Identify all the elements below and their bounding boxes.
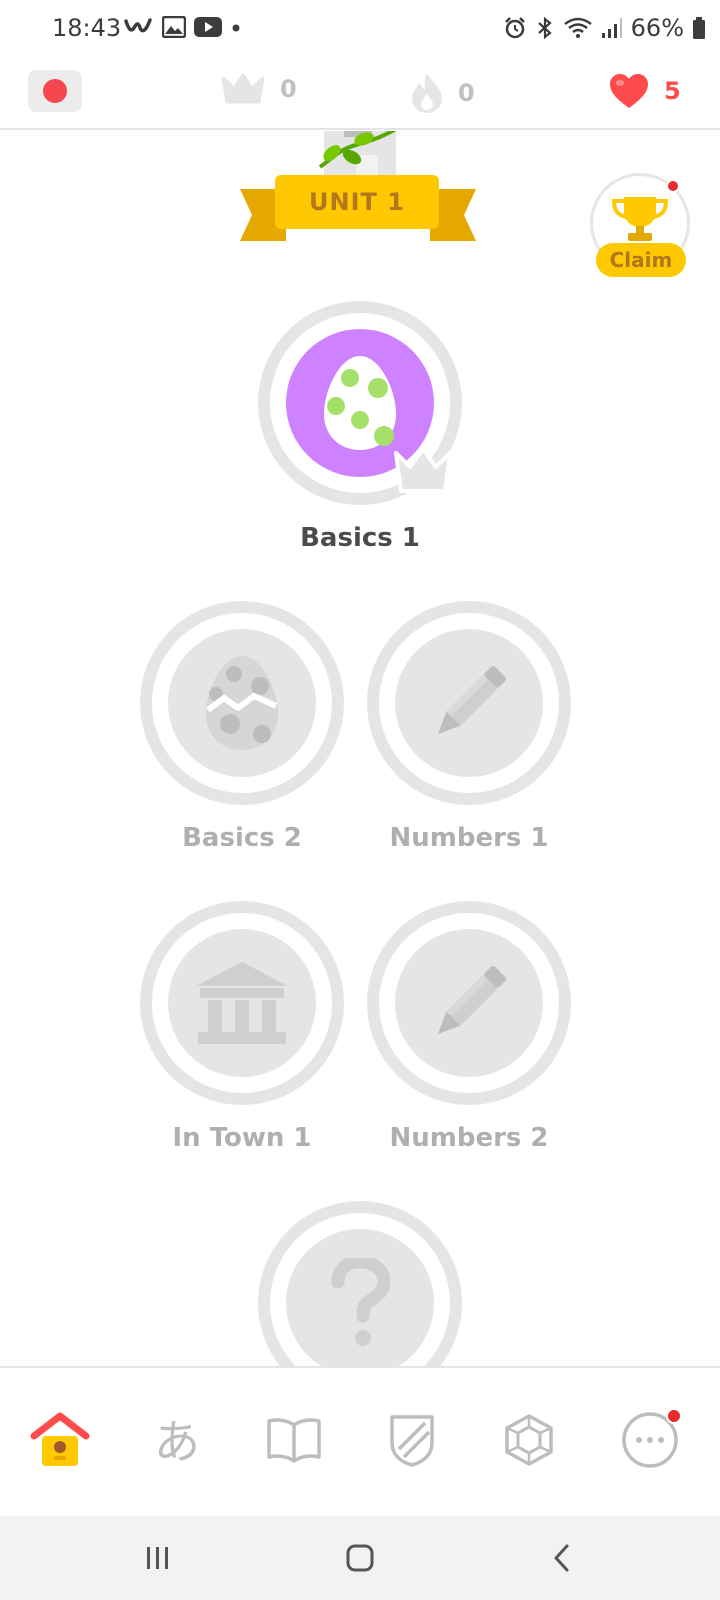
course-flag-button[interactable] <box>28 70 82 112</box>
skill-progress-ring <box>140 601 344 805</box>
skill-label: Basics 1 <box>300 523 420 553</box>
skill-numbers-2[interactable]: Numbers 2 <box>364 901 574 1153</box>
crown-level-icon <box>394 447 452 493</box>
top-bar: 0 0 5 <box>0 58 720 130</box>
crowns-counter[interactable]: 0 <box>220 72 297 106</box>
question-icon <box>331 1258 390 1346</box>
skill-basics-2[interactable]: Basics 2 <box>137 601 347 853</box>
signal-icon <box>601 18 622 38</box>
notification-dot <box>666 1408 682 1424</box>
cracked-egg-icon <box>206 656 278 750</box>
skill-label: In Town 1 <box>172 1123 312 1153</box>
hearts-counter[interactable]: 5 <box>608 72 681 110</box>
wifi-icon <box>563 17 592 38</box>
skill-basics-1[interactable]: Basics 1 <box>255 301 465 553</box>
back-chevron-icon <box>554 1544 569 1572</box>
skill-progress-ring <box>140 901 344 1105</box>
nav-stories[interactable] <box>262 1408 326 1472</box>
claim-label: Claim <box>596 243 686 277</box>
wish-icon <box>124 18 152 33</box>
skill-in-town-1[interactable]: In Town 1 <box>137 901 347 1153</box>
hearts-count: 5 <box>664 77 681 105</box>
skill-icon-circle <box>395 629 543 777</box>
recent-apps-icon <box>147 1547 168 1569</box>
skill-icon-circle <box>168 929 316 1077</box>
system-navigation-bar <box>0 1516 720 1600</box>
crowns-count: 0 <box>280 75 297 103</box>
trophy-icon <box>611 197 669 241</box>
claim-reward-button[interactable]: Claim <box>590 173 690 283</box>
streak-counter[interactable]: 0 <box>410 72 475 114</box>
alarm-icon <box>504 17 525 39</box>
skill-icon-circle <box>168 629 316 777</box>
home-square-icon <box>346 1544 374 1572</box>
status-time: 18:43 <box>52 14 122 42</box>
crown-icon <box>221 73 265 104</box>
status-bar: 18:43 66% <box>0 0 720 58</box>
home-icon <box>30 1412 90 1466</box>
skill-icon-circle <box>395 929 543 1077</box>
skill-tree[interactable]: UNIT 1 Claim Basics 1 Basics 2 Numbers 1… <box>0 131 720 1366</box>
streak-count: 0 <box>458 79 475 107</box>
svg-text:あ: あ <box>154 1415 200 1468</box>
japan-flag-icon <box>43 79 67 103</box>
skill-numbers-1[interactable]: Numbers 1 <box>364 601 574 853</box>
dot-icon <box>232 24 240 32</box>
image-icon <box>162 16 186 38</box>
nav-leagues[interactable] <box>380 1408 444 1472</box>
skill-checkpoint[interactable] <box>255 1201 465 1366</box>
notification-dot <box>666 179 680 193</box>
pencil-icon <box>437 666 506 735</box>
heart-icon <box>610 74 648 108</box>
unit-banner: UNIT 1 <box>240 171 476 243</box>
pencil-icon <box>437 966 506 1035</box>
back-button[interactable] <box>540 1536 584 1580</box>
bluetooth-icon <box>537 16 552 40</box>
skill-icon-circle <box>286 1229 434 1366</box>
skill-progress-ring <box>258 301 462 505</box>
building-icon <box>196 962 288 1044</box>
youtube-icon <box>194 17 222 37</box>
skill-progress-ring <box>367 601 571 805</box>
nav-home[interactable] <box>28 1408 92 1472</box>
shield-icon <box>390 1415 434 1467</box>
skill-progress-ring <box>367 901 571 1105</box>
unit-title: UNIT 1 <box>275 175 439 229</box>
status-notification-icons <box>124 16 242 38</box>
nav-more[interactable] <box>618 1408 682 1472</box>
nav-shop[interactable] <box>497 1408 561 1472</box>
nav-characters[interactable]: あ <box>145 1408 209 1472</box>
recent-apps-button[interactable] <box>136 1536 180 1580</box>
skill-label: Numbers 1 <box>389 823 549 853</box>
status-system-icons: 66% <box>503 14 706 42</box>
battery-percent: 66% <box>630 14 684 42</box>
skill-label: Numbers 2 <box>389 1123 549 1153</box>
skill-progress-ring <box>258 1201 462 1366</box>
egg-icon <box>324 356 396 450</box>
flame-icon <box>412 74 442 113</box>
stories-icon <box>267 1418 321 1463</box>
skill-label: Basics 2 <box>182 823 302 853</box>
gem-icon <box>505 1414 553 1466</box>
battery-icon <box>693 17 705 39</box>
home-system-button[interactable] <box>338 1536 382 1580</box>
bottom-navigation: あ <box>0 1366 720 1516</box>
characters-icon: あ <box>154 1415 200 1468</box>
